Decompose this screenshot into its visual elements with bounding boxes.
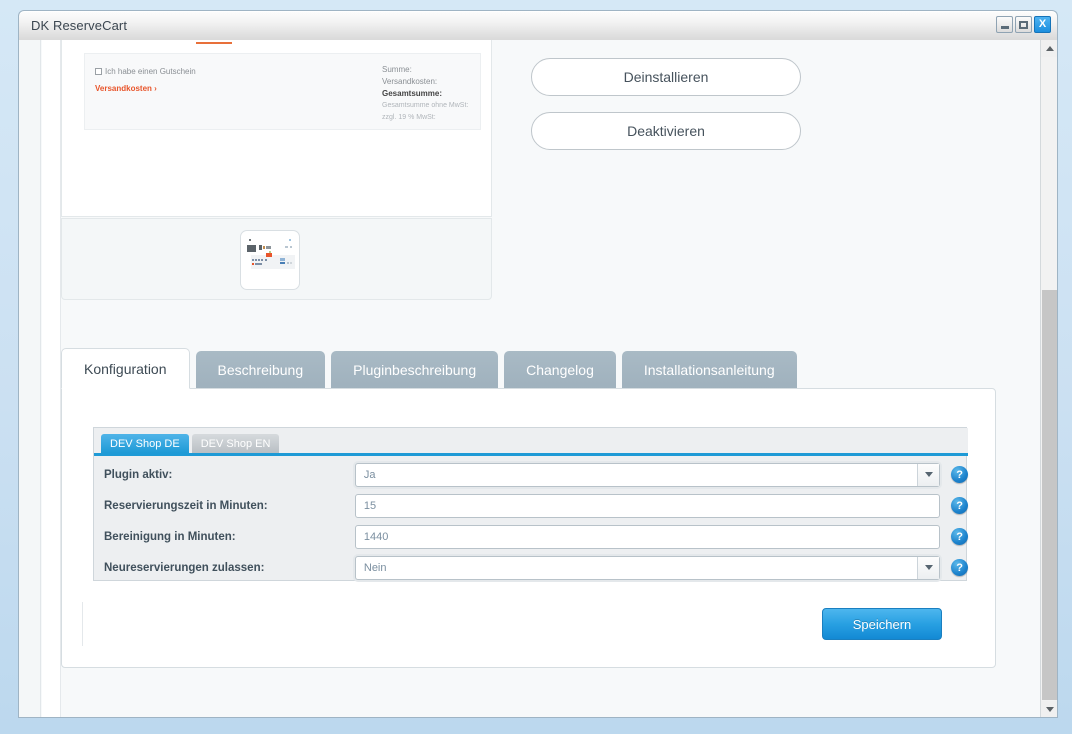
shop-settings-panel: DEV Shop DE DEV Shop EN Plugin aktiv: Ja… <box>93 427 968 583</box>
help-icon[interactable]: ? <box>951 497 968 514</box>
input-reservierungszeit-value: 15 <box>363 499 377 512</box>
tab-konfiguration[interactable]: Konfiguration <box>61 348 190 389</box>
page-left-gutter-outer <box>19 40 41 717</box>
preview-active-tab-underline <box>196 42 232 44</box>
window-client-area: Ich habe einen Gutschein Versandkosten ›… <box>18 40 1058 718</box>
minimize-button[interactable] <box>996 16 1013 33</box>
shipping-costs-link[interactable]: Versandkosten › <box>95 84 157 93</box>
thumbnail-image <box>247 239 295 269</box>
plugin-detail-page: Ich habe einen Gutschein Versandkosten ›… <box>61 40 1039 717</box>
help-icon[interactable]: ? <box>951 528 968 545</box>
select-plugin-aktiv-value: Ja <box>363 468 376 481</box>
label-reservierungszeit: Reservierungszeit in Minuten: <box>104 499 268 512</box>
scroll-down-arrow-icon[interactable] <box>1041 701 1057 717</box>
form-row-plugin-aktiv: Plugin aktiv: Ja ? <box>94 459 968 490</box>
cart-total-line: Summe: <box>382 65 412 74</box>
voucher-checkbox-row: Ich habe einen Gutschein <box>95 67 196 76</box>
form-footer: Speichern <box>82 602 967 646</box>
chevron-down-icon[interactable] <box>917 556 940 579</box>
scroll-up-arrow-icon[interactable] <box>1041 40 1057 57</box>
minimize-icon <box>1000 26 1009 29</box>
plugin-preview-card: Ich habe einen Gutschein Versandkosten ›… <box>61 40 492 217</box>
input-reservierungszeit[interactable]: 15 <box>354 493 941 518</box>
cart-total-line: Versandkosten: <box>382 77 438 86</box>
deactivate-button[interactable]: Deaktivieren <box>531 112 801 150</box>
screenshot-thumbnail[interactable] <box>240 230 300 290</box>
configuration-form: Plugin aktiv: Ja ? Reservierungszeit in … <box>94 459 968 583</box>
tab-changelog[interactable]: Changelog <box>504 351 616 389</box>
shop-tab-de[interactable]: DEV Shop DE <box>101 434 189 453</box>
select-neureservierungen[interactable]: Nein <box>354 555 941 580</box>
close-button[interactable]: X <box>1034 16 1051 33</box>
tab-pluginbeschreibung[interactable]: Pluginbeschreibung <box>331 351 499 389</box>
save-button[interactable]: Speichern <box>822 608 942 640</box>
label-neureservierungen: Neureservierungen zulassen: <box>104 561 265 574</box>
select-plugin-aktiv[interactable]: Ja <box>354 462 941 487</box>
shop-tab-strip: DEV Shop DE DEV Shop EN <box>94 428 968 456</box>
configuration-tab-panel: DEV Shop DE DEV Shop EN Plugin aktiv: Ja… <box>61 388 996 668</box>
form-row-neureservierungen: Neureservierungen zulassen: Nein ? <box>94 552 968 583</box>
cart-total-line: Gesamtsumme: <box>382 89 443 98</box>
plugin-action-buttons: Deinstallieren Deaktivieren <box>531 58 801 166</box>
screenshot-thumbnail-strip <box>61 218 492 300</box>
input-bereinigung[interactable]: 1440 <box>354 524 941 549</box>
cart-total-line: Gesamtsumme ohne MwSt: <box>382 102 469 109</box>
form-row-bereinigung: Bereinigung in Minuten: 1440 ? <box>94 521 968 552</box>
maximize-icon <box>1019 20 1028 29</box>
label-bereinigung: Bereinigung in Minuten: <box>104 530 236 543</box>
help-icon[interactable]: ? <box>951 466 968 483</box>
window-controls: X <box>996 16 1051 33</box>
checkbox-icon <box>95 68 102 75</box>
window-titlebar: DK ReserveCart X <box>18 10 1058 40</box>
scrollbar-thumb[interactable] <box>1042 290 1057 700</box>
uninstall-button[interactable]: Deinstallieren <box>531 58 801 96</box>
voucher-label: Ich habe einen Gutschein <box>105 67 196 76</box>
application-window: DK ReserveCart X Ich habe einen Gutschei… <box>0 0 1072 734</box>
cart-total-line: zzgl. 19 % MwSt: <box>382 114 436 121</box>
select-neureservierungen-value: Nein <box>363 561 387 574</box>
help-icon[interactable]: ? <box>951 559 968 576</box>
cart-totals-list: Summe: Versandkosten: Gesamtsumme: Gesam… <box>382 64 492 124</box>
vertical-scrollbar[interactable] <box>1040 40 1057 717</box>
tab-beschreibung[interactable]: Beschreibung <box>195 351 326 389</box>
window-title: DK ReserveCart <box>31 18 128 33</box>
chevron-down-icon[interactable] <box>917 463 940 486</box>
label-plugin-aktiv: Plugin aktiv: <box>104 468 173 481</box>
cart-preview-box: Ich habe einen Gutschein Versandkosten ›… <box>84 53 481 130</box>
input-bereinigung-value: 1440 <box>363 530 389 543</box>
page-left-gutter-inner <box>42 40 61 717</box>
shop-tab-en[interactable]: DEV Shop EN <box>191 434 280 453</box>
main-tab-strip: Konfiguration Beschreibung Pluginbeschre… <box>61 348 996 389</box>
form-row-reservierungszeit: Reservierungszeit in Minuten: 15 ? <box>94 490 968 521</box>
maximize-button[interactable] <box>1015 16 1032 33</box>
tab-installationsanleitung[interactable]: Installationsanleitung <box>621 351 797 389</box>
